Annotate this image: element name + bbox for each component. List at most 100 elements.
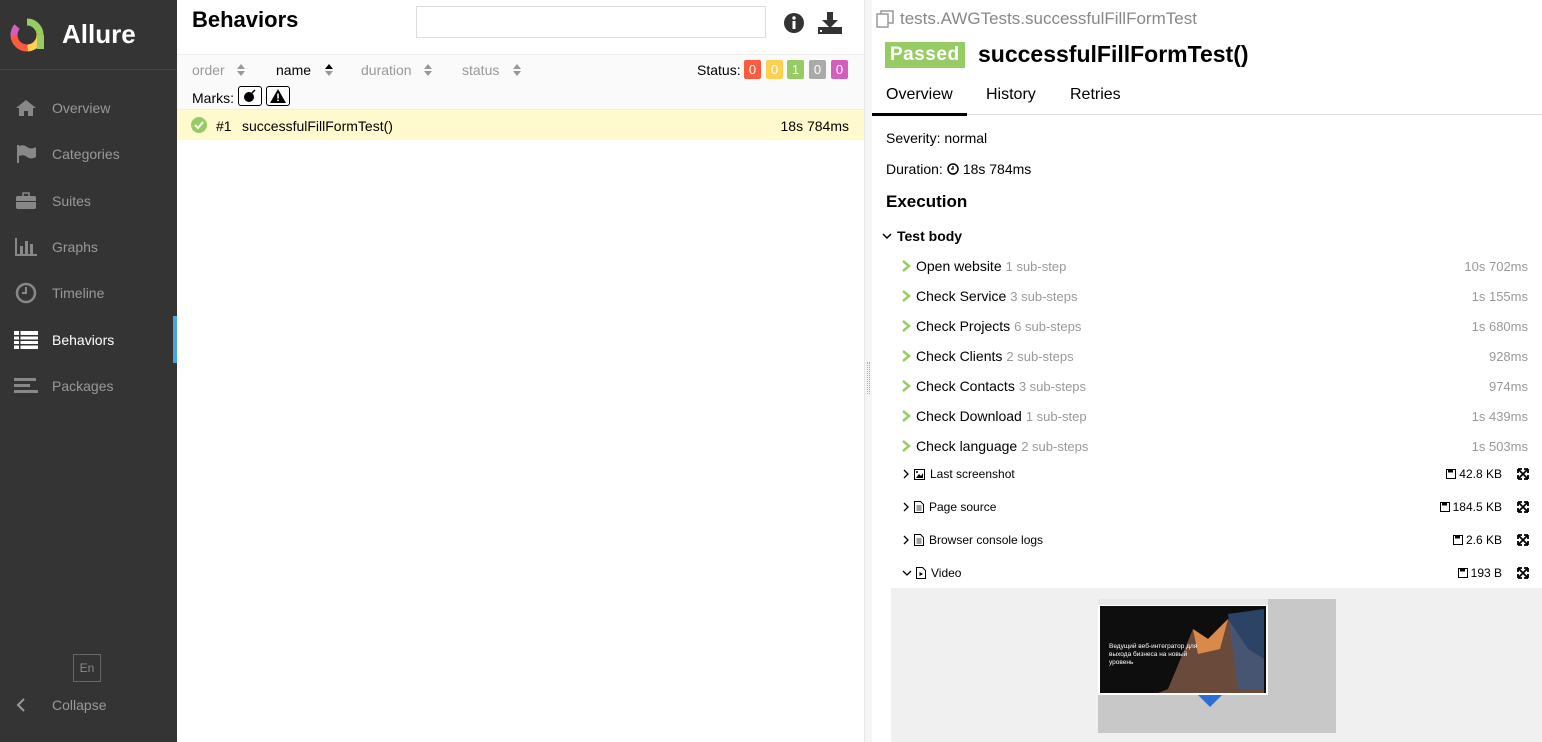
attachment-item[interactable]: Page source 184.5 KB xyxy=(902,497,1530,517)
sidebar-item-timeline[interactable]: Timeline xyxy=(0,270,177,316)
sidebar-item-packages[interactable]: Packages xyxy=(0,363,177,409)
search-input[interactable] xyxy=(416,6,766,38)
step-duration: 1s 680ms xyxy=(1471,318,1528,334)
step-duration: 10s 702ms xyxy=(1464,258,1528,274)
step-duration: 1s 439ms xyxy=(1471,408,1528,424)
step-item[interactable]: Check Service 3 sub-steps 1s 155ms xyxy=(902,286,1528,306)
expand-icon[interactable] xyxy=(1517,468,1529,480)
sidebar-item-categories[interactable]: Categories xyxy=(0,131,177,177)
expand-icon[interactable] xyxy=(1517,567,1529,579)
sidebar: Allure Overview Categories Suites Graphs xyxy=(0,0,177,742)
attachment-size-value: 193 B xyxy=(1470,566,1502,580)
download-icon[interactable] xyxy=(818,12,842,37)
brand[interactable]: Allure xyxy=(0,0,177,70)
step-item[interactable]: Check Projects 6 sub-steps 1s 680ms xyxy=(902,316,1528,336)
test-detail-pane: tests.AWGTests.successfulFillFormTest Pa… xyxy=(872,0,1542,742)
sort-order[interactable]: order xyxy=(192,62,245,78)
step-name: Check language xyxy=(916,438,1018,454)
status-badge-failed[interactable]: 0 xyxy=(744,60,761,79)
step-name: Check Clients xyxy=(916,348,1003,364)
copy-icon[interactable] xyxy=(876,10,894,28)
clock-icon xyxy=(947,163,959,175)
attachment-item[interactable]: Browser console logs 2.6 KB xyxy=(902,530,1530,550)
collapse-label: Collapse xyxy=(52,697,107,713)
execution-title: Execution xyxy=(886,192,968,211)
step-item[interactable]: Open website 1 sub-step 10s 702ms xyxy=(902,256,1528,276)
sort-status[interactable]: status xyxy=(462,62,522,78)
duration: Duration: 18s 784ms xyxy=(886,161,1031,177)
step-duration: 1s 155ms xyxy=(1471,288,1528,304)
status-badge: Passed xyxy=(885,42,965,68)
sidebar-item-overview[interactable]: Overview xyxy=(0,85,177,131)
step-substeps: 2 sub-steps xyxy=(1021,438,1089,454)
tab-history[interactable]: History xyxy=(986,86,1036,113)
chevron-down-icon xyxy=(902,570,912,576)
save-icon xyxy=(1439,502,1450,512)
clock-icon xyxy=(14,281,38,305)
info-icon[interactable] xyxy=(784,13,804,36)
chevron-right-icon xyxy=(902,410,911,422)
language-button[interactable]: En xyxy=(73,654,101,682)
sidebar-item-label: Packages xyxy=(52,377,114,394)
attachment-item[interactable]: Video 193 B xyxy=(902,563,1530,583)
sort-name[interactable]: name xyxy=(276,62,334,78)
status-badge-passed[interactable]: 1 xyxy=(787,60,804,79)
expand-icon[interactable] xyxy=(1517,534,1529,546)
chevron-right-icon xyxy=(902,290,911,302)
tab-retries[interactable]: Retries xyxy=(1070,86,1121,113)
sidebar-item-suites[interactable]: Suites xyxy=(0,178,177,224)
chevron-right-icon xyxy=(902,350,911,362)
flaky-mark-button[interactable] xyxy=(238,86,262,106)
flag-icon xyxy=(14,142,38,166)
test-body-label: Test body xyxy=(897,228,963,244)
attachment-name: Last screenshot xyxy=(930,467,1015,481)
status-badge-skipped[interactable]: 0 xyxy=(809,60,826,79)
step-name: Open website xyxy=(916,258,1002,274)
list-icon xyxy=(14,328,38,352)
attachment-size-value: 2.6 KB xyxy=(1465,533,1502,547)
file-icon xyxy=(914,501,924,513)
image-icon xyxy=(914,468,925,480)
tab-overview[interactable]: Overview xyxy=(872,86,967,116)
step-substeps: 1 sub-step xyxy=(1025,408,1087,424)
row-number: #1 xyxy=(216,118,232,134)
behaviors-pane: Behaviors order name duration status Sta… xyxy=(177,0,864,742)
step-substeps: 6 sub-steps xyxy=(1014,318,1082,334)
step-item[interactable]: Check Contacts 3 sub-steps 974ms xyxy=(902,376,1528,396)
align-left-icon xyxy=(14,374,38,398)
attachment-size-value: 42.8 KB xyxy=(1459,467,1502,481)
sort-duration[interactable]: duration xyxy=(361,62,432,78)
chevron-left-icon xyxy=(16,698,25,712)
video-caption: Ведущий веб-интегратор для выхода бизнес… xyxy=(1109,643,1198,666)
pane-resizer[interactable] xyxy=(864,0,872,742)
sort-bar: order name duration status Status: 0 0 1… xyxy=(177,54,864,110)
passed-check-icon xyxy=(191,117,207,136)
chevron-right-icon xyxy=(902,260,911,272)
status-badge-unknown[interactable]: 0 xyxy=(831,60,848,79)
expand-icon[interactable] xyxy=(1517,501,1529,513)
attachment-size-value: 184.5 KB xyxy=(1452,500,1502,514)
step-item[interactable]: Check Download 1 sub-step 1s 439ms xyxy=(902,406,1528,426)
table-row[interactable]: #1 successfulFillFormTest() 18s 784ms xyxy=(177,110,864,140)
video-player[interactable]: Ведущий веб-интегратор для выхода бизнес… xyxy=(1098,599,1336,733)
step-item[interactable]: Check Clients 2 sub-steps 928ms xyxy=(902,346,1528,366)
warning-icon xyxy=(270,89,286,103)
attachment-item[interactable]: Last screenshot 42.8 KB xyxy=(902,464,1530,484)
video-file-icon xyxy=(916,567,926,579)
test-full-name: tests.AWGTests.successfulFillFormTest xyxy=(876,9,1197,29)
test-body-toggle[interactable]: Test body xyxy=(882,228,962,244)
tabs: Overview History Retries xyxy=(872,80,1542,116)
chevron-right-icon xyxy=(902,440,911,452)
save-icon xyxy=(1452,535,1463,545)
sidebar-item-behaviors[interactable]: Behaviors xyxy=(0,316,177,364)
step-name: Check Contacts xyxy=(916,378,1015,394)
collapse-button[interactable]: Collapse xyxy=(0,690,106,720)
step-item[interactable]: Check language 2 sub-steps 1s 503ms xyxy=(902,436,1528,456)
warning-mark-button[interactable] xyxy=(266,86,290,106)
file-icon xyxy=(914,534,924,546)
step-duration: 1s 503ms xyxy=(1471,438,1528,454)
video-attachment-preview: Ведущий веб-интегратор для выхода бизнес… xyxy=(891,588,1542,742)
sidebar-item-graphs[interactable]: Graphs xyxy=(0,224,177,270)
row-duration: 18s 784ms xyxy=(780,118,849,134)
status-badge-broken[interactable]: 0 xyxy=(766,60,783,79)
